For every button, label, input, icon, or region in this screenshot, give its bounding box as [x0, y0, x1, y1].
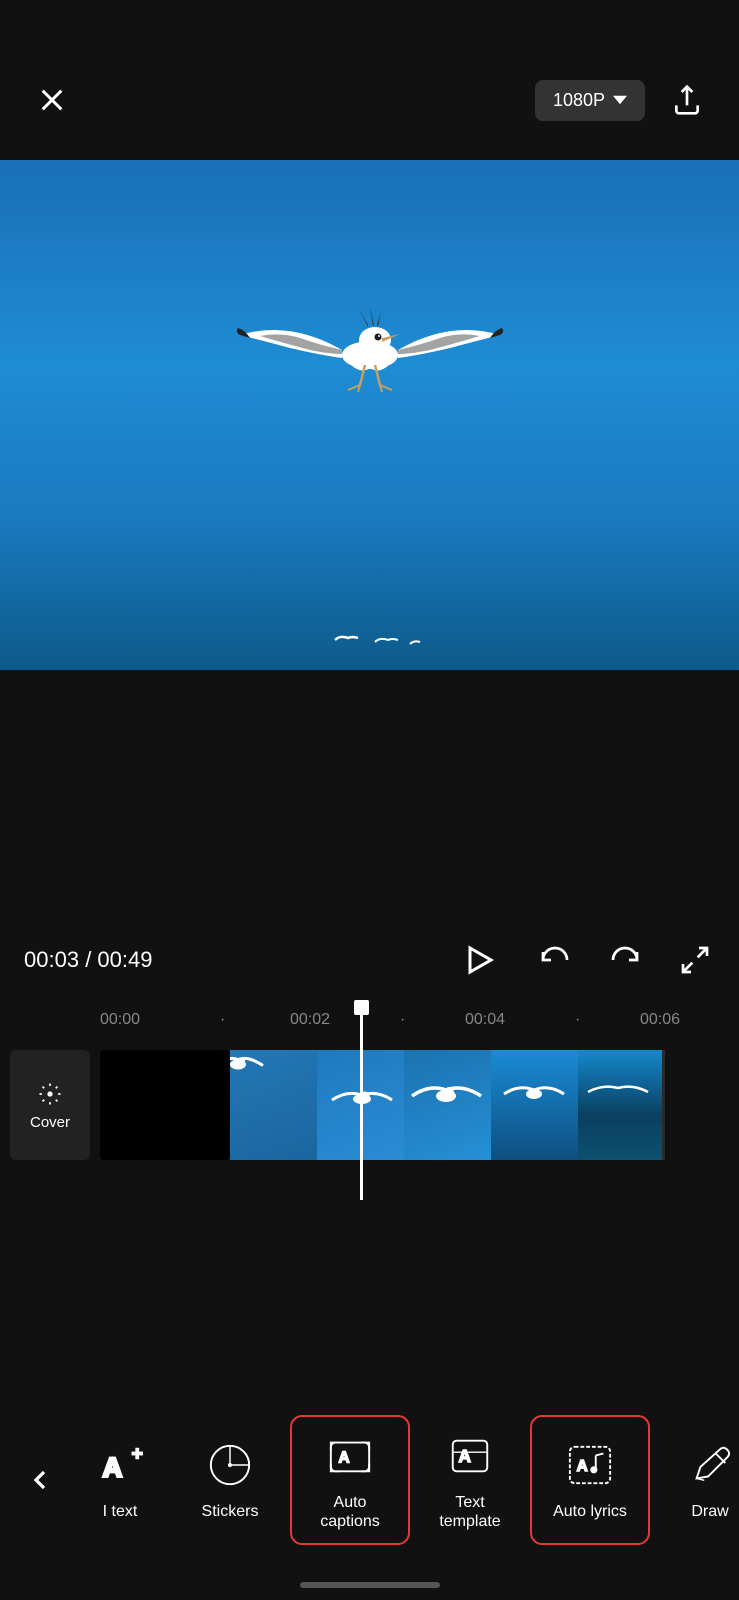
auto-captions-label: Autocaptions [320, 1493, 380, 1531]
bird-subject [230, 210, 510, 475]
svg-text:A: A [103, 1453, 122, 1483]
resolution-button[interactable]: 1080P [535, 80, 645, 121]
timeline-area: Cover [0, 1040, 739, 1170]
thumbnail-4 [491, 1050, 578, 1160]
stickers-icon [203, 1438, 257, 1492]
export-button[interactable] [665, 78, 709, 122]
resolution-label: 1080P [553, 90, 605, 111]
video-preview [0, 160, 739, 670]
auto-lyrics-label: Auto lyrics [553, 1502, 627, 1521]
playback-controls: 00:03 / 00:49 [0, 920, 739, 1000]
top-right-controls: 1080P [535, 78, 709, 122]
svg-text:A: A [577, 1458, 588, 1475]
ruler-dot-1: · [220, 1011, 225, 1029]
toolbar-item-draw[interactable]: Draw [650, 1415, 739, 1545]
ruler-dot-3: · [400, 1011, 405, 1029]
toolbar-item-add-text[interactable]: A I text [70, 1415, 170, 1545]
stickers-label: Stickers [202, 1502, 259, 1521]
ruler-mark-0: 00:00 [100, 1011, 140, 1029]
toolbar-item-stickers[interactable]: Stickers [170, 1415, 290, 1545]
play-button[interactable] [453, 934, 505, 986]
bottom-toolbar: A I text Stickers A [0, 1410, 739, 1550]
auto-lyrics-icon: A [563, 1438, 617, 1492]
auto-captions-icon: A [323, 1429, 377, 1483]
toolbar-back-button[interactable] [10, 1450, 70, 1510]
current-time: 00:03 [24, 947, 79, 972]
cover-label: Cover [30, 1114, 70, 1131]
thumbnail-5 [578, 1050, 665, 1160]
time-separator: / [85, 947, 97, 972]
ruler-mark-2: 00:02 [290, 1011, 330, 1029]
redo-button[interactable] [605, 940, 645, 980]
draw-label: Draw [691, 1502, 728, 1521]
draw-icon [683, 1438, 737, 1492]
ruler-dot-5: · [575, 1011, 580, 1029]
top-bar: 1080P [0, 0, 739, 160]
playhead [360, 1000, 363, 1200]
svg-text:A: A [339, 1450, 350, 1467]
add-text-label: I text [103, 1502, 138, 1521]
toolbar-item-auto-captions[interactable]: A Autocaptions [290, 1415, 410, 1545]
close-button[interactable] [30, 78, 74, 122]
timeline-ruler: 00:00 · 00:02 · 00:04 · 00:06 [0, 1000, 739, 1040]
toolbar-item-text-template[interactable]: A Texttemplate [410, 1415, 530, 1545]
total-time: 00:49 [97, 947, 152, 972]
undo-button[interactable] [535, 940, 575, 980]
home-indicator [300, 1582, 440, 1588]
ruler-mark-4: 00:04 [465, 1011, 505, 1029]
below-video-area [0, 670, 739, 950]
svg-text:A: A [459, 1446, 471, 1466]
cover-button[interactable]: Cover [10, 1050, 90, 1160]
control-buttons [453, 934, 715, 986]
time-display: 00:03 / 00:49 [24, 947, 453, 973]
video-background [0, 160, 739, 670]
text-template-icon: A [443, 1429, 497, 1483]
thumbnail-strip [230, 1050, 665, 1160]
black-thumbnail [100, 1050, 230, 1160]
text-template-label: Texttemplate [439, 1493, 500, 1531]
ruler-mark-6: 00:06 [640, 1011, 680, 1029]
toolbar-item-auto-lyrics[interactable]: A Auto lyrics [530, 1415, 650, 1545]
fullscreen-button[interactable] [675, 940, 715, 980]
add-text-icon: A [93, 1438, 147, 1492]
thumbnail-3 [404, 1050, 491, 1160]
thumbnail-1 [230, 1050, 317, 1160]
